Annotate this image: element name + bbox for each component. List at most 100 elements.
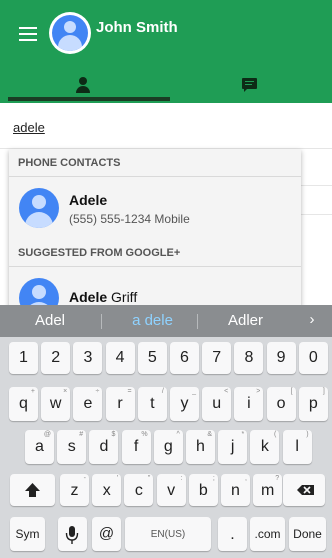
key-secondary-symbol: ? (275, 475, 280, 482)
suggestion-1[interactable]: Adel (20, 312, 80, 329)
key-label: 0 (308, 349, 318, 366)
key-label: t (150, 395, 155, 412)
done-key[interactable]: Done (289, 517, 326, 551)
selected-tab-indicator (8, 97, 170, 101)
key-a[interactable]: a @ (25, 430, 54, 464)
key-label: 3 (83, 349, 93, 366)
user-avatar[interactable] (49, 12, 91, 54)
key-c[interactable]: c " (124, 474, 154, 506)
key-secondary-symbol: - (83, 475, 86, 482)
background-list-row (300, 186, 332, 215)
key-label: q (19, 395, 28, 412)
chat-message-icon (241, 77, 257, 92)
key-3[interactable]: 3 (73, 342, 103, 374)
key-secondary-symbol: ] (322, 388, 325, 395)
key-s[interactable]: s # (57, 430, 87, 464)
key-x[interactable]: x ' (92, 474, 122, 506)
person-avatar-icon (52, 15, 88, 51)
microphone-icon (65, 526, 79, 544)
key-label: o (276, 395, 286, 412)
background-list-row (300, 149, 332, 186)
key-label: s (67, 438, 76, 455)
shift-key[interactable] (10, 474, 55, 506)
shift-arrow-icon (25, 483, 40, 497)
key-h[interactable]: h & (186, 430, 215, 464)
key-label: 2 (51, 349, 61, 366)
key-9[interactable]: 9 (266, 342, 296, 374)
key-8[interactable]: 8 (234, 342, 264, 374)
key-g[interactable]: g ^ (153, 430, 183, 464)
key-label: 1 (19, 349, 28, 366)
key-r[interactable]: r = (105, 387, 135, 421)
key-p[interactable]: p] (298, 387, 328, 421)
contact-suggestion-phone[interactable]: Adele (555) 555-1234 Mobile (9, 178, 301, 238)
chevron-right-icon[interactable]: › (300, 311, 324, 331)
key-label: y (180, 395, 189, 412)
space-key-label: EN(US) (150, 529, 186, 540)
key-i[interactable]: i > (234, 387, 264, 421)
period-key[interactable]: . (218, 517, 247, 551)
key-y[interactable]: y _ (170, 387, 199, 421)
key-secondary-symbol: × (63, 388, 68, 395)
key-label: x (102, 482, 111, 499)
search-field[interactable]: adele (0, 103, 332, 149)
key-label: h (196, 438, 205, 455)
key-secondary-symbol: @ (43, 431, 51, 438)
suggestion-2[interactable]: a dele (115, 312, 190, 329)
key-v[interactable]: v: (156, 474, 186, 506)
contact-name: Adele (69, 192, 108, 208)
key-d[interactable]: d $ (89, 430, 119, 464)
key-secondary-symbol: ÷ (95, 388, 100, 395)
key-n[interactable]: n, (221, 474, 250, 506)
suggestion-3[interactable]: Adler (213, 312, 278, 329)
key-secondary-symbol: + (30, 388, 35, 395)
dotcom-key-label: .com (254, 527, 281, 541)
key-label: g (163, 438, 173, 455)
key-q[interactable]: q + (9, 387, 38, 421)
contacts-search-screen: John Smith adele PHONE CONTACTS Adele (5… (0, 0, 332, 558)
key-o[interactable]: o[ (266, 387, 296, 421)
key-0[interactable]: 0 (298, 342, 328, 374)
dotcom-key[interactable]: .com (250, 517, 285, 551)
key-label: j (230, 438, 235, 455)
search-input-text[interactable]: adele (13, 120, 45, 135)
key-6[interactable]: 6 (170, 342, 199, 374)
key-b[interactable]: b; (188, 474, 218, 506)
key-label: 4 (115, 349, 125, 366)
key-f[interactable]: f% (121, 430, 151, 464)
key-2[interactable]: 2 (41, 342, 71, 374)
contact-suggestion-google[interactable]: Adele Griff (9, 268, 301, 309)
contact-name-match: Adele (69, 289, 108, 305)
tab-messages[interactable] (166, 66, 332, 103)
key-z[interactable]: z- (60, 474, 89, 506)
backspace-key[interactable] (283, 474, 325, 506)
key-label: 9 (276, 349, 286, 366)
key-k[interactable]: k( (250, 430, 280, 464)
key-u[interactable]: u < (202, 387, 232, 421)
key-label: i (247, 395, 251, 412)
key-secondary-symbol: ( (274, 431, 277, 438)
key-l[interactable]: l) (282, 430, 312, 464)
key-label: z (70, 482, 79, 499)
key-1[interactable]: 1 (9, 342, 38, 374)
key-secondary-symbol: = (127, 388, 132, 395)
key-w[interactable]: w × (41, 387, 71, 421)
key-secondary-symbol: [ (290, 388, 293, 395)
key-4[interactable]: 4 (105, 342, 135, 374)
voice-input-key[interactable] (58, 517, 87, 551)
at-key[interactable]: @ (92, 517, 121, 551)
space-key[interactable]: EN(US) (125, 517, 211, 551)
key-t[interactable]: t / (137, 387, 167, 421)
key-5[interactable]: 5 (137, 342, 167, 374)
key-j[interactable]: j * (218, 430, 248, 464)
sym-key[interactable]: Sym (10, 517, 45, 551)
backspace-icon (297, 485, 314, 495)
hamburger-menu-icon[interactable] (19, 27, 37, 41)
key-m[interactable]: m? (253, 474, 283, 506)
key-secondary-symbol: ^ (176, 431, 180, 438)
key-label: v (167, 482, 176, 499)
key-e[interactable]: e ÷ (73, 387, 103, 421)
section-header-phone-contacts: PHONE CONTACTS (9, 149, 301, 177)
key-7[interactable]: 7 (202, 342, 232, 374)
suggestion-divider (197, 314, 198, 329)
